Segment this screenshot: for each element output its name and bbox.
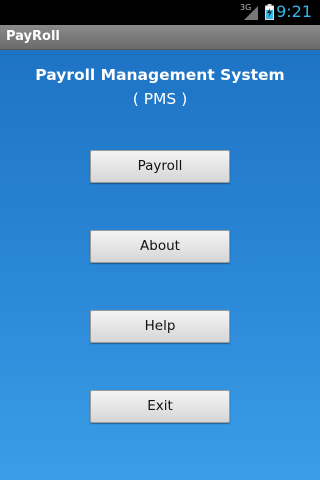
signal-strength-icon [244, 6, 258, 20]
payroll-button[interactable]: Payroll [90, 150, 230, 183]
app-title: PayRoll [6, 29, 60, 44]
battery-charging-icon [265, 4, 274, 20]
exit-button[interactable]: Exit [90, 390, 230, 423]
about-button[interactable]: About [90, 230, 230, 263]
clock: 9:21 [276, 2, 312, 21]
main-content: Payroll Management System ( PMS ) Payrol… [0, 50, 320, 480]
app-title-bar: PayRoll [0, 25, 320, 50]
page-title: Payroll Management System [35, 66, 285, 84]
status-bar: 3G 9:21 [0, 0, 320, 25]
page-subtitle: ( PMS ) [132, 90, 188, 108]
help-button[interactable]: Help [90, 310, 230, 343]
